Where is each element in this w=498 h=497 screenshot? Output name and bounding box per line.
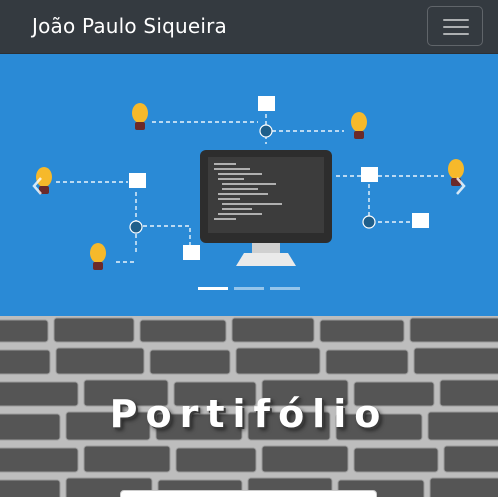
portfolio-title: Portifólio	[109, 392, 389, 436]
carousel-indicator-2[interactable]	[234, 287, 264, 290]
navbar: João Paulo Siqueira	[0, 0, 498, 54]
portfolio-card[interactable]	[120, 490, 377, 497]
carousel-next-button[interactable]	[450, 172, 470, 200]
carousel-indicators	[0, 286, 498, 292]
carousel-indicator-3[interactable]	[270, 287, 300, 290]
carousel-prev-button[interactable]	[28, 172, 48, 200]
navbar-brand[interactable]: João Paulo Siqueira	[32, 12, 227, 40]
computer-monitor-icon	[200, 150, 332, 266]
hero-carousel	[0, 54, 498, 316]
chevron-right-icon	[456, 177, 466, 195]
portfolio-section: Portifólio	[0, 316, 498, 497]
carousel-indicator-1[interactable]	[198, 287, 228, 290]
chevron-left-icon	[32, 177, 42, 195]
slide-illustration	[36, 96, 464, 270]
navbar-toggler-button[interactable]	[427, 6, 483, 46]
